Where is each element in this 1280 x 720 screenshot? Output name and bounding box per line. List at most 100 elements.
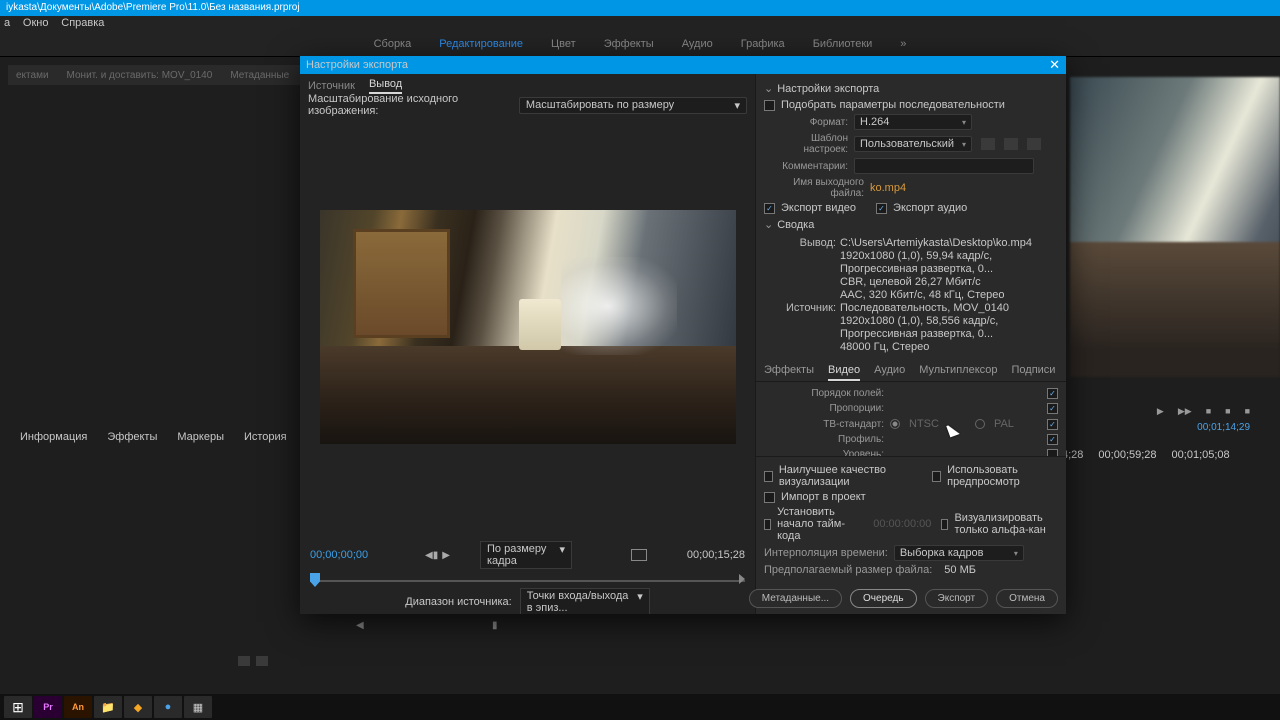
pm-btn4[interactable]: ■ (1225, 406, 1230, 416)
delete-preset-icon[interactable] (1027, 138, 1041, 150)
program-monitor-controls: ▶ ▶▶ ■ ■ ■ (1070, 403, 1250, 419)
lp-markers[interactable]: Маркеры (177, 431, 224, 443)
play-icon[interactable]: ▶ (442, 550, 450, 561)
profile-lock[interactable] (1047, 434, 1058, 445)
preview-timecode-in[interactable]: 00;00;00;00 (310, 549, 368, 561)
menu-a[interactable]: а (4, 17, 10, 29)
export-audio-check[interactable] (876, 203, 887, 214)
aspect-label: Пропорции: (764, 403, 884, 414)
pm-btn5[interactable]: ■ (1245, 406, 1250, 416)
twirl-icon[interactable]: ⌄ (764, 82, 773, 95)
preset-label: Шаблон настроек: (764, 133, 848, 155)
prev-frame-icon[interactable]: ◀▮ (425, 550, 438, 561)
stab-captions[interactable]: Подписи (1012, 364, 1056, 381)
seq-out-icon[interactable]: ▮ (492, 620, 502, 630)
app-menubar[interactable]: а Окно Справка (0, 16, 1280, 31)
seq-in-icon[interactable]: ◀ (356, 620, 366, 630)
dialog-titlebar[interactable]: Настройки экспорта ✕ (300, 56, 1066, 74)
aspect-lock[interactable] (1047, 403, 1058, 414)
interp-select[interactable]: Выборка кадров▾ (894, 545, 1024, 561)
import-project-check[interactable] (764, 492, 775, 503)
lp-effects[interactable]: Эффекты (107, 431, 157, 443)
tvstd-lock[interactable] (1047, 419, 1058, 430)
lp-history[interactable]: История (244, 431, 287, 443)
queue-button[interactable]: Очередь (850, 589, 917, 608)
lp-info[interactable]: Информация (20, 431, 87, 443)
bg-tab-2[interactable]: Монит. и доставить: MOV_0140 (67, 70, 213, 81)
program-timecode: 00;01;14;29 (1197, 422, 1250, 433)
ws-color[interactable]: Цвет (551, 38, 576, 50)
stab-effects[interactable]: Эффекты (764, 364, 814, 381)
ws-assembly[interactable]: Сборка (374, 38, 412, 50)
set-tc-check[interactable] (764, 519, 771, 530)
est-size-label: Предполагаемый размер файла: (764, 564, 932, 576)
menu-help[interactable]: Справка (61, 17, 104, 29)
preview-scrubber[interactable] (310, 572, 745, 590)
range-select[interactable]: Точки входа/выхода в эпиз...▾ (520, 588, 650, 614)
summary-head: Сводка (777, 219, 814, 231)
set-tc-label: Установить начало тайм-кода (777, 506, 863, 542)
save-preset-icon[interactable] (981, 138, 995, 150)
ws-graphics[interactable]: Графика (741, 38, 785, 50)
range-label: Диапазон источника: (405, 596, 511, 608)
metadata-button[interactable]: Метаданные... (749, 589, 842, 608)
taskbar-animate[interactable]: An (64, 696, 92, 718)
stab-mux[interactable]: Мультиплексор (919, 364, 997, 381)
ws-effects[interactable]: Эффекты (604, 38, 654, 50)
export-settings-head: Настройки экспорта (777, 83, 879, 95)
dialog-buttons: Метаданные... Очередь Экспорт Отмена (756, 583, 1066, 614)
taskbar-blender[interactable]: ◆ (124, 696, 152, 718)
cancel-button[interactable]: Отмена (996, 589, 1058, 608)
max-quality-check[interactable] (764, 471, 773, 482)
twirl-icon[interactable]: ⌄ (764, 218, 773, 231)
ruler-t3: 00;01;05;08 (1172, 449, 1230, 463)
export-video-label: Экспорт видео (781, 202, 856, 214)
alpha-only-check[interactable] (941, 519, 948, 530)
output-name-link[interactable]: ko.mp4 (870, 182, 906, 194)
tab-output[interactable]: Вывод (369, 78, 402, 94)
out-point-icon[interactable] (739, 574, 745, 584)
pm-next-icon[interactable]: ▶▶ (1178, 406, 1192, 417)
taskbar-app6[interactable]: ▦ (184, 696, 212, 718)
stab-audio[interactable]: Аудио (874, 364, 905, 381)
pal-radio[interactable] (975, 419, 985, 429)
scale-select[interactable]: Масштабировать по размеру▾ (519, 97, 747, 114)
export-video-check[interactable] (764, 203, 775, 214)
bg-tab-1[interactable]: ектами (16, 70, 49, 81)
ws-audio[interactable]: Аудио (682, 38, 713, 50)
export-button[interactable]: Экспорт (925, 589, 989, 608)
level-lock[interactable] (1047, 449, 1058, 456)
aspect-icon[interactable] (631, 549, 647, 561)
est-size-value: 50 МБ (944, 564, 976, 576)
start-button[interactable]: ⊞ (4, 696, 32, 718)
taskbar-premiere[interactable]: Pr (34, 696, 62, 718)
match-sequence-check[interactable] (764, 100, 775, 111)
format-select[interactable]: H.264▾ (854, 114, 972, 130)
menu-window[interactable]: Окно (23, 17, 49, 29)
pm-play-icon[interactable]: ▶ (1157, 406, 1164, 417)
bg-tab-3[interactable]: Метаданные (230, 70, 289, 81)
preview-fit-select[interactable]: По размеру кадра▾ (480, 541, 572, 569)
scale-label: Масштабирование исходного изображения: (308, 93, 511, 117)
stab-video[interactable]: Видео (828, 364, 860, 381)
source-panel-tabs: ектами Монит. и доставить: MOV_0140 Мета… (8, 65, 348, 85)
dialog-close-icon[interactable]: ✕ (1049, 57, 1060, 73)
pm-btn3[interactable]: ■ (1206, 406, 1211, 416)
ws-editing[interactable]: Редактирование (439, 38, 523, 50)
ntsc-radio[interactable] (890, 419, 900, 429)
preset-select[interactable]: Пользовательский▾ (854, 136, 972, 152)
windows-taskbar[interactable]: ⊞ Pr An 📁 ◆ ● ▦ (0, 694, 1280, 720)
timeline-ruler[interactable]: 4;28 00;00;59;28 00;01;05;08 (1062, 449, 1272, 463)
comments-label: Комментарии: (764, 161, 848, 172)
use-preview-check[interactable] (932, 471, 941, 482)
ws-libraries[interactable]: Библиотеки (813, 38, 873, 50)
match-sequence-label: Подобрать параметры последовательности (781, 99, 1005, 111)
tab-source[interactable]: Источник (308, 80, 355, 94)
taskbar-explorer[interactable]: 📁 (94, 696, 122, 718)
playhead-icon[interactable] (310, 573, 320, 587)
import-preset-icon[interactable] (1004, 138, 1018, 150)
comments-input[interactable] (854, 158, 1034, 174)
ws-more-icon[interactable]: » (900, 38, 906, 50)
field-order-lock[interactable] (1047, 388, 1058, 399)
taskbar-app5[interactable]: ● (154, 696, 182, 718)
